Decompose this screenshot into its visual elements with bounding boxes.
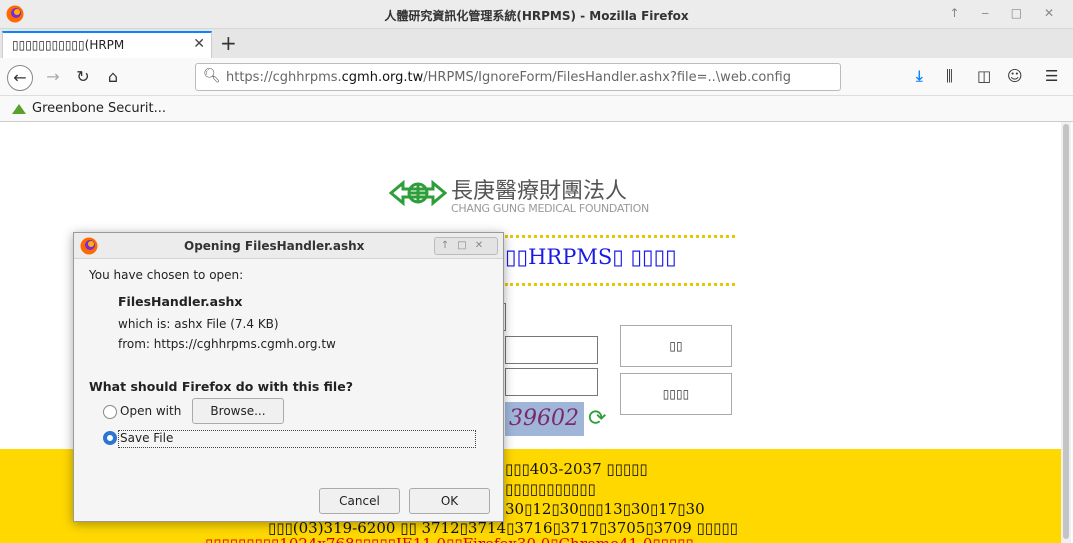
chosen-label: You have chosen to open: xyxy=(89,268,244,282)
org-logo: 長庚醫療財團法人 CHANG GUNG MEDICAL FOUNDATION xyxy=(389,173,689,218)
reload-button[interactable]: ↻ xyxy=(70,65,96,91)
arrow-right-icon: → xyxy=(46,67,60,86)
home-button[interactable]: ⌂ xyxy=(100,65,126,91)
open-with-radio[interactable] xyxy=(103,405,117,419)
chang-gung-logo-icon xyxy=(389,179,447,207)
login-button[interactable]: ▯▯ xyxy=(620,325,732,367)
dialog-title: Opening FilesHandler.ashx xyxy=(184,239,365,253)
file-name: FilesHandler.ashx xyxy=(118,294,243,309)
save-file-label[interactable]: Save File xyxy=(120,431,173,445)
tab-strip: ▯▯▯▯▯▯▯▯▯▯▯(HRPM ✕ + xyxy=(0,29,1073,58)
new-tab-button[interactable]: + xyxy=(220,31,237,55)
tab-active[interactable]: ▯▯▯▯▯▯▯▯▯▯▯(HRPM ✕ xyxy=(2,31,212,58)
reload-icon: ↻ xyxy=(76,67,90,86)
question-label: What should Firefox do with this file? xyxy=(89,379,353,394)
captcha-image: 39602 xyxy=(505,402,584,436)
page-scrollbar[interactable] xyxy=(1061,122,1071,543)
system-title: ▯▯HRPMS▯ ▯▯▯▯ xyxy=(505,245,677,269)
dotted-divider-bottom xyxy=(505,283,735,287)
dialog-titlebar: Opening FilesHandler.ashx ↑□✕ xyxy=(74,233,503,259)
bookmarks-toolbar: Greenbone Securit... xyxy=(0,96,1073,122)
download-icon[interactable]: ⤓ xyxy=(916,67,923,85)
dotted-divider-top xyxy=(505,235,735,239)
sidebar-icon[interactable]: ◫ xyxy=(977,67,991,85)
account-input[interactable] xyxy=(505,336,598,364)
cancel-button[interactable]: Cancel xyxy=(319,488,400,514)
scrollbar-thumb[interactable] xyxy=(1063,124,1069,539)
tab-title: ▯▯▯▯▯▯▯▯▯▯▯(HRPM xyxy=(12,38,125,52)
url-text[interactable]: https://cghhrpms.cgmh.org.tw/HRPMS/Ignor… xyxy=(226,70,791,85)
dialog-window-controls[interactable]: ↑□✕ xyxy=(434,237,498,255)
file-source: from: https://cghhrpms.cgmh.org.tw xyxy=(118,337,336,351)
greenbone-icon xyxy=(12,103,26,114)
reset-button[interactable]: ▯▯▯▯ xyxy=(620,373,732,415)
download-dialog: Opening FilesHandler.ashx ↑□✕ You have c… xyxy=(73,232,504,522)
bookmark-greenbone[interactable]: Greenbone Securit... xyxy=(12,101,166,116)
forward-button[interactable]: → xyxy=(40,65,66,91)
back-button[interactable]: ← xyxy=(7,65,33,91)
ok-button[interactable]: OK xyxy=(409,488,490,514)
window-title: 人體研究資訊化管理系統(HRPMS) - Mozilla Firefox xyxy=(384,9,689,23)
browse-button[interactable]: Browse... xyxy=(192,398,284,424)
info-line: 30▯12▯30▯▯▯13▯30▯17▯30 xyxy=(505,500,705,518)
window-controls[interactable]: ↑ ‒ □ ✕ xyxy=(949,6,1063,20)
refresh-captcha-icon[interactable]: ⟳ xyxy=(588,406,606,431)
url-bar[interactable]: 🔍︎ https://cghhrpms.cgmh.org.tw/HRPMS/Ig… xyxy=(195,63,841,91)
account-icon[interactable]: ☺ xyxy=(1007,67,1023,85)
file-type: which is: ashx File (7.4 KB) xyxy=(118,317,279,331)
window-titlebar: 人體研究資訊化管理系統(HRPMS) - Mozilla Firefox ↑ ‒… xyxy=(0,0,1073,29)
password-input[interactable] xyxy=(505,368,598,396)
org-name: 長庚醫療財團法人 xyxy=(451,179,628,204)
info-line: ▯▯▯403-2037 ▯▯▯▯▯ xyxy=(505,460,648,478)
search-icon: 🔍︎ xyxy=(203,68,221,84)
info-line-browser-note: ▯▯▯▯▯▯▯▯▯1024x768▯▯▯▯▯IE11.0▯▯Firefox30.… xyxy=(205,535,694,543)
org-name-en: CHANG GUNG MEDICAL FOUNDATION xyxy=(451,202,649,215)
home-icon: ⌂ xyxy=(107,67,119,86)
firefox-logo-icon xyxy=(80,237,98,255)
hamburger-menu-icon[interactable]: ☰ xyxy=(1045,67,1058,85)
open-with-label[interactable]: Open with xyxy=(120,404,181,418)
save-file-radio[interactable] xyxy=(103,431,117,445)
info-line: ▯▯▯▯▯▯▯▯▯▯▯ xyxy=(505,480,596,498)
navigation-toolbar: ← → ↻ ⌂ 🔍︎ https://cghhrpms.cgmh.org.tw/… xyxy=(0,58,1073,96)
arrow-left-icon: ← xyxy=(13,68,27,87)
library-icon[interactable]: ⫼ xyxy=(946,67,953,85)
tab-close-icon[interactable]: ✕ xyxy=(193,36,205,52)
